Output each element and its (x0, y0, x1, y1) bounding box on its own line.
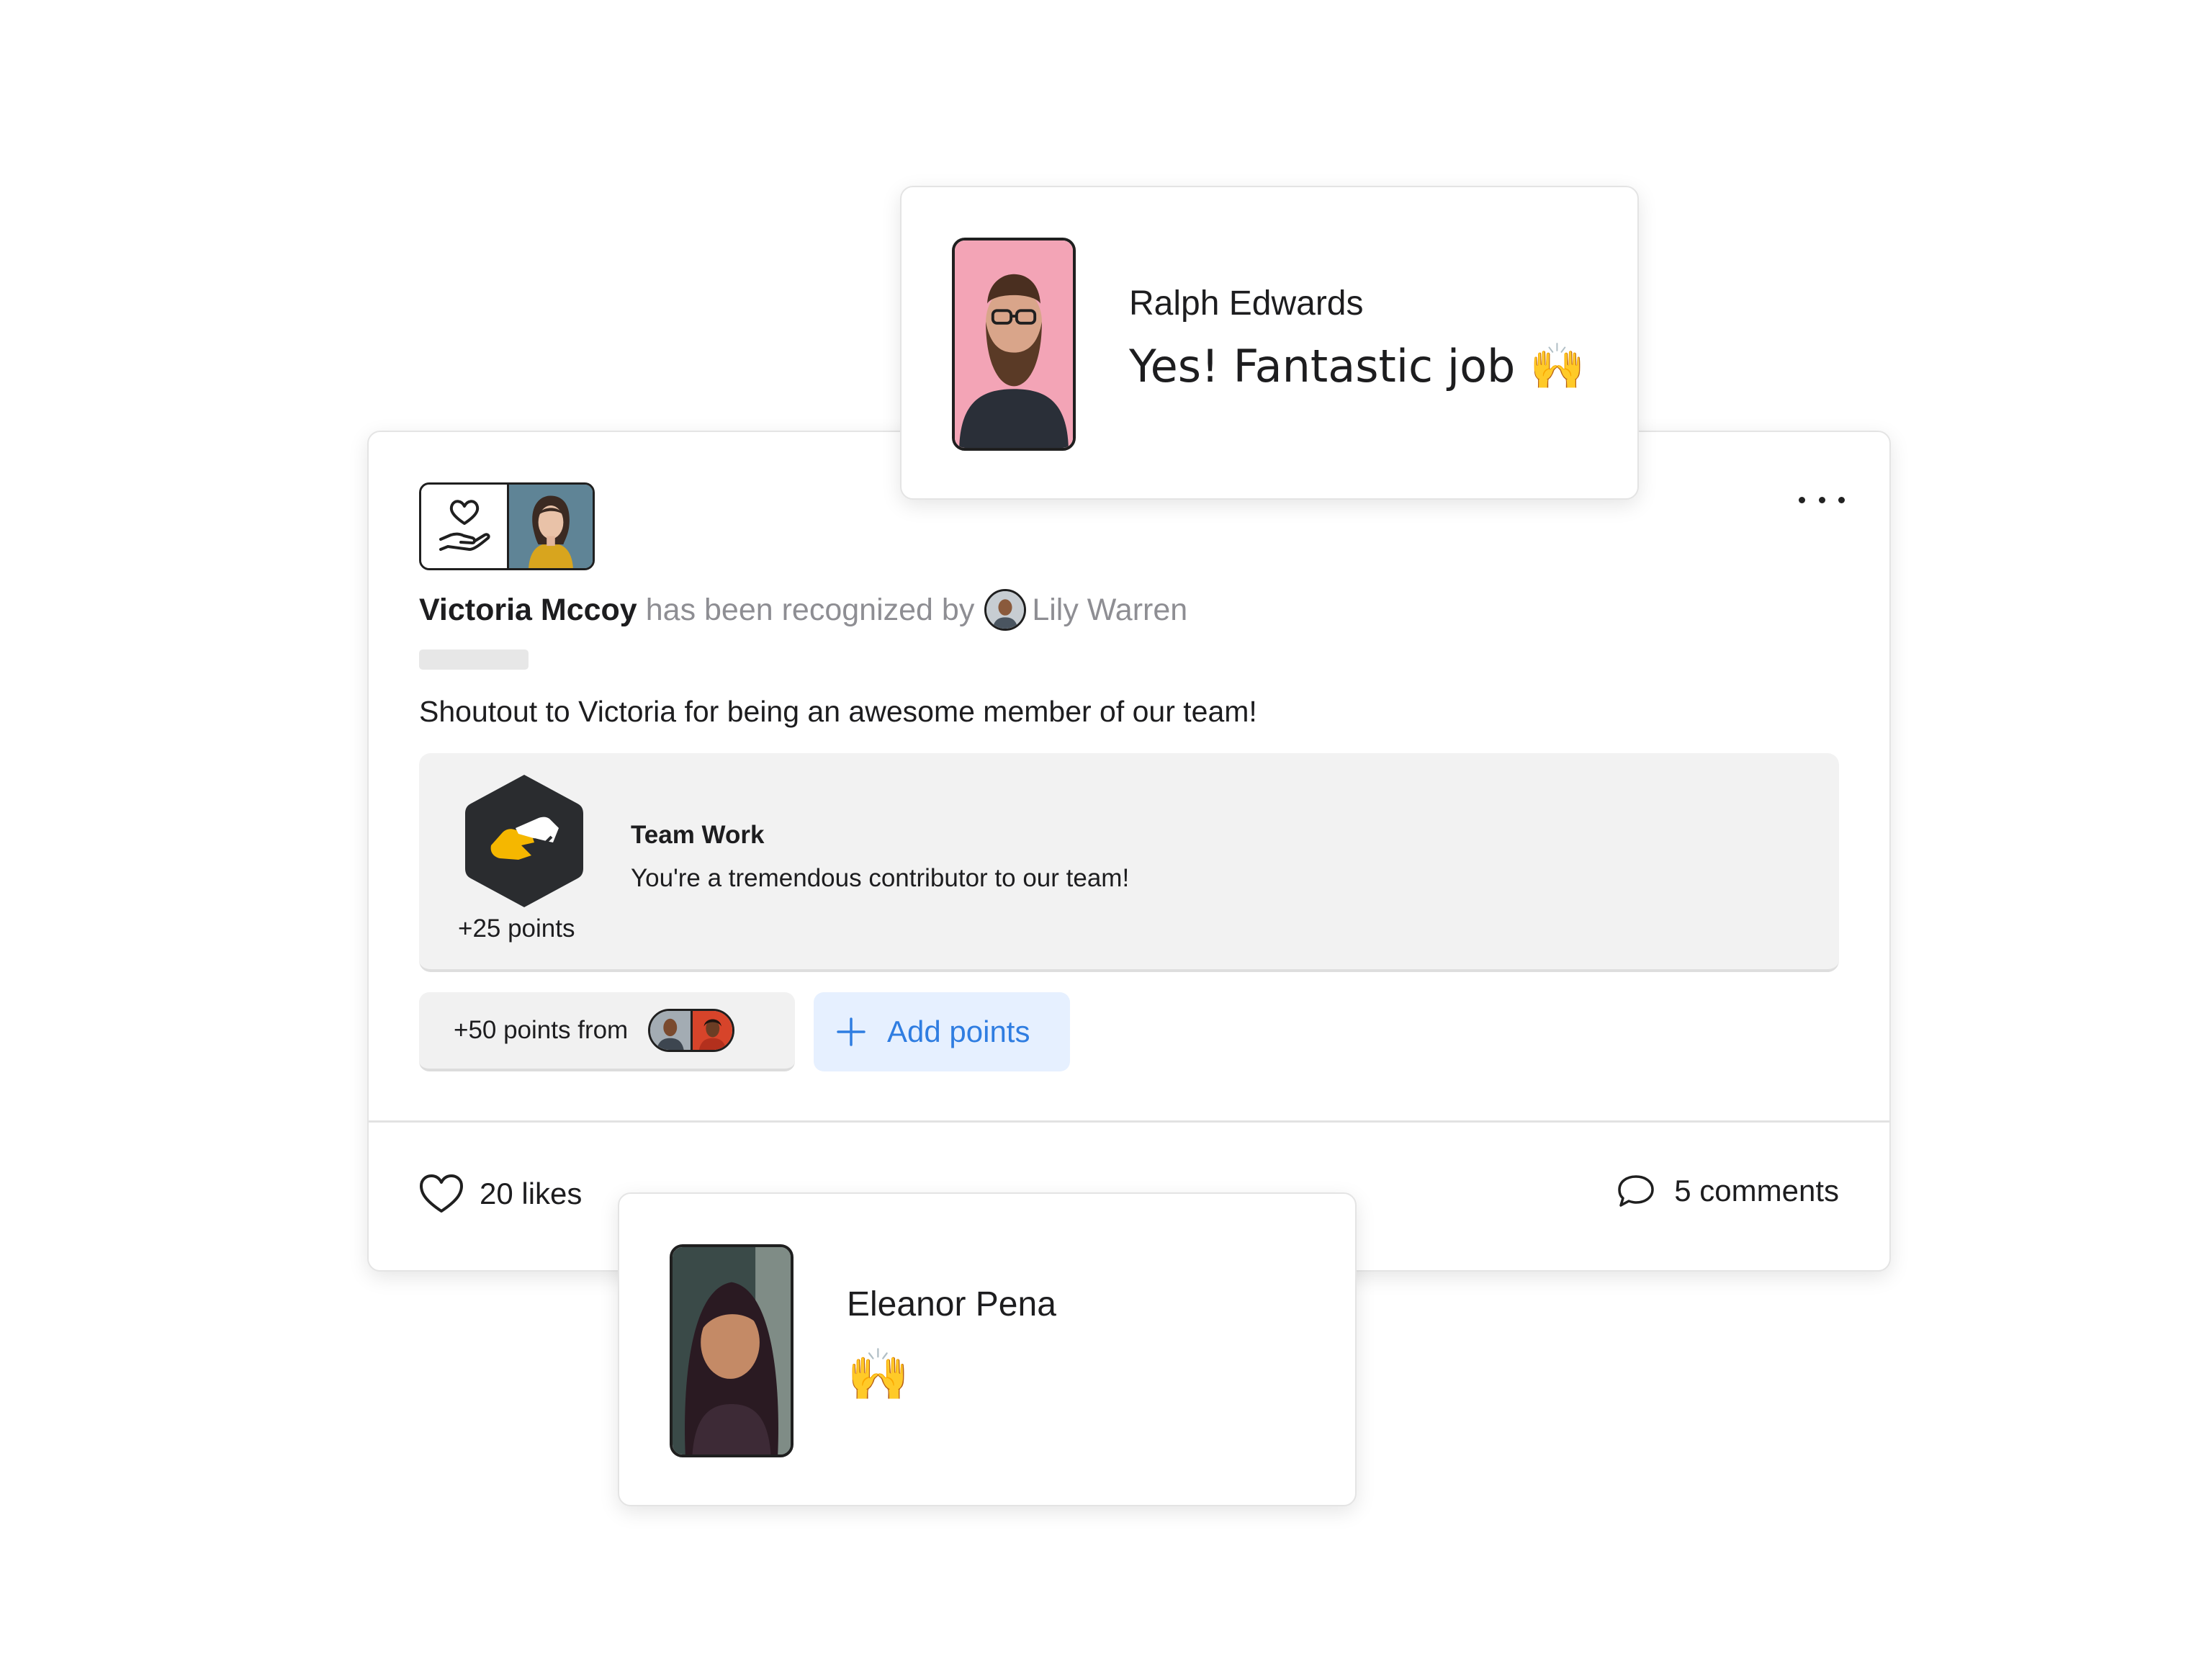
comment-card: Eleanor Pena 🙌 (618, 1192, 1357, 1506)
extra-points-chip[interactable]: +50 points from (419, 992, 795, 1071)
recipient-name[interactable]: Victoria Mccoy (419, 588, 637, 632)
divider (369, 1120, 1889, 1123)
recognition-post-card: Victoria Mccoy has been recognized by Li… (367, 431, 1891, 1272)
comment-text: Yes! Fantastic job 🙌 (1129, 340, 1586, 392)
likes-count: 20 likes (480, 1177, 583, 1210)
commenter-photo (952, 238, 1076, 451)
recognized-by-text: has been recognized by (645, 593, 975, 627)
contributor-avatars (648, 1009, 735, 1052)
comments-count: 5 comments (1674, 1174, 1839, 1208)
commenter-photo (670, 1244, 793, 1457)
like-button[interactable]: 20 likes (419, 1174, 582, 1214)
more-options-icon[interactable] (1799, 491, 1845, 508)
comment-text: 🙌 (847, 1345, 910, 1404)
comments-button[interactable]: 5 comments (1617, 1174, 1839, 1208)
comment-card: Ralph Edwards Yes! Fantastic job 🙌 (900, 186, 1639, 500)
heart-icon (420, 1174, 463, 1213)
heart-hand-icon (421, 485, 509, 568)
sender-avatar (984, 589, 1027, 631)
comment-author[interactable]: Eleanor Pena (847, 1285, 1056, 1324)
team-work-badge-icon (459, 770, 589, 912)
award-panel: +25 points Team Work You're a tremendous… (419, 753, 1839, 972)
recipient-photo (509, 485, 593, 568)
extra-points-label: +50 points from (454, 1016, 629, 1044)
sender-name[interactable]: Lily Warren (1032, 588, 1187, 632)
recognition-message: Shoutout to Victoria for being an awesom… (419, 695, 1257, 728)
plus-icon (837, 1017, 866, 1046)
award-title: Team Work (631, 821, 765, 849)
add-points-button[interactable]: Add points (814, 992, 1070, 1071)
comment-icon (1618, 1175, 1654, 1207)
timestamp-placeholder (419, 649, 529, 670)
award-points: +25 points (458, 914, 575, 943)
award-description: You're a tremendous contributor to our t… (631, 864, 1130, 892)
comment-author[interactable]: Ralph Edwards (1129, 284, 1364, 323)
contributor-avatar (692, 1011, 733, 1050)
recognition-badge (419, 482, 595, 570)
recognition-headline: Victoria Mccoy has been recognized by Li… (419, 588, 1187, 632)
add-points-label: Add points (887, 1015, 1030, 1048)
contributor-avatar (650, 1011, 693, 1050)
